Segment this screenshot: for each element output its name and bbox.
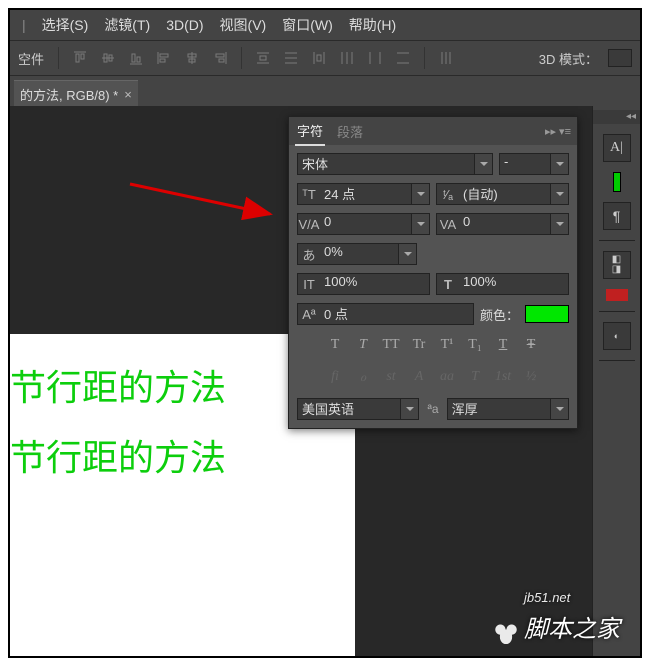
workspace: 节行距的方法 节行距的方法 字符 段落 ▸▸ ▾≡ 宋体 - ᵀT24 点 — [10, 106, 640, 656]
3d-mode-label: 3D 模式： — [539, 49, 598, 68]
align-top-icon[interactable] — [69, 47, 91, 69]
va2-icon: VA — [437, 217, 459, 232]
swatch-red-icon[interactable] — [606, 289, 628, 301]
menu-help[interactable]: 帮助(H) — [345, 13, 400, 37]
dock-separator — [599, 240, 635, 241]
paragraph-panel-icon[interactable]: ¶ — [603, 202, 631, 230]
panel-tabs: 字符 段落 ▸▸ ▾≡ — [289, 117, 577, 145]
color-label: 颜色： — [480, 305, 519, 324]
toolbar-label: 空件 — [18, 49, 44, 68]
swash-button[interactable]: ℴ — [352, 369, 374, 386]
smallcaps-button[interactable]: Tr — [408, 337, 430, 353]
close-icon[interactable]: × — [124, 87, 132, 102]
aa-label: ªa — [427, 402, 438, 416]
align-right-icon[interactable] — [209, 47, 231, 69]
font-size-field[interactable]: ᵀT24 点 — [297, 183, 430, 205]
dock-separator — [599, 360, 635, 361]
color-swatch[interactable] — [525, 305, 569, 323]
tab-character[interactable]: 字符 — [295, 117, 325, 146]
panel-menu-icon[interactable]: ▸▸ ▾≡ — [545, 125, 571, 138]
baseline-field[interactable]: Aª0 点 — [297, 303, 474, 325]
opentype-buttons: fi ℴ st A aa T 1st ½ — [297, 365, 569, 390]
menu-window[interactable]: 窗口(W) — [278, 13, 337, 37]
font-family-select[interactable]: 宋体 — [297, 153, 493, 175]
antialias-select[interactable]: 浑厚 — [447, 398, 569, 420]
distribute-bottom-icon[interactable] — [308, 47, 330, 69]
distribute-right-icon[interactable] — [392, 47, 414, 69]
glyphs-panel-icon[interactable]: ◧◨ — [603, 251, 631, 279]
superscript-button[interactable]: T¹ — [436, 337, 458, 353]
menu-filter[interactable]: 滤镜(T) — [100, 13, 154, 37]
3d-mode-dropdown[interactable] — [608, 49, 632, 67]
menu-view[interactable]: 视图(V) — [216, 13, 271, 37]
separator — [58, 47, 59, 69]
right-dock: ◂◂ A| ¶ ◧◨ ◐ — [592, 106, 640, 656]
distribute-top-icon[interactable] — [252, 47, 274, 69]
stylistic-button[interactable]: st — [380, 369, 402, 386]
contextual-button[interactable]: aa — [436, 369, 458, 386]
ligature-button[interactable]: fi — [324, 369, 346, 386]
panel-icon[interactable]: ◐ — [603, 322, 631, 350]
separator — [424, 47, 425, 69]
color-strip-icon[interactable] — [613, 172, 621, 192]
separator — [241, 47, 242, 69]
menu-3d[interactable]: 3D(D) — [162, 15, 207, 35]
arrow-annotation — [120, 176, 280, 226]
character-panel: 字符 段落 ▸▸ ▾≡ 宋体 - ᵀT24 点 ᵗ⁄ₐ(自动) V/A0 — [288, 116, 578, 429]
titling-button[interactable]: A — [408, 369, 430, 386]
type-size-icon: ᵀT — [298, 187, 320, 202]
menu-select[interactable]: 选择(S) — [38, 13, 93, 37]
baseline-icon: Aª — [298, 307, 320, 322]
vscale-icon: IT — [298, 277, 320, 292]
allcaps-button[interactable]: TT — [380, 337, 402, 353]
tsume-field[interactable]: あ0% — [297, 243, 417, 265]
character-panel-icon[interactable]: A| — [603, 134, 631, 162]
ordinals-button[interactable]: T — [464, 369, 486, 386]
dock-separator — [599, 311, 635, 312]
footprint-icon — [492, 620, 520, 644]
options-bar: 空件 3D 模式： — [10, 40, 640, 76]
distribute-left-icon[interactable] — [336, 47, 358, 69]
distribute-vcenter-icon[interactable] — [280, 47, 302, 69]
va-icon: V/A — [298, 217, 320, 232]
tracking-field[interactable]: V/A0 — [297, 213, 430, 235]
hscale-icon: T — [437, 277, 459, 292]
divider-icon: | — [18, 15, 30, 35]
italic-button[interactable]: T — [352, 337, 374, 353]
document-tab[interactable]: 的方法, RGB/8) * × — [14, 80, 138, 106]
text-line-2: 节行距的方法 — [10, 440, 355, 476]
strike-button[interactable]: Ŧ — [520, 337, 542, 353]
canvas-area: 节行距的方法 节行距的方法 字符 段落 ▸▸ ▾≡ 宋体 - ᵀT24 点 — [10, 106, 592, 656]
watermark-name: 脚本之家 — [524, 616, 620, 643]
align-left-icon[interactable] — [153, 47, 175, 69]
subscript-button[interactable]: T₁ — [464, 337, 486, 353]
align-hcenter-icon[interactable] — [181, 47, 203, 69]
type-style-buttons: T T TT Tr T¹ T₁ T Ŧ — [297, 333, 569, 357]
align-vcenter-icon[interactable] — [97, 47, 119, 69]
document-tabs: 的方法, RGB/8) * × — [10, 76, 640, 106]
align-bottom-icon[interactable] — [125, 47, 147, 69]
watermark: jb51.net 脚本之家 — [492, 581, 620, 644]
watermark-site: jb51.net — [524, 590, 570, 605]
leading-icon: ᵗ⁄ₐ — [437, 187, 459, 202]
app-frame: | 选择(S) 滤镜(T) 3D(D) 视图(V) 窗口(W) 帮助(H) 空件… — [8, 8, 642, 658]
font-style-select[interactable]: - — [499, 153, 569, 175]
language-select[interactable]: 美国英语 — [297, 398, 419, 420]
leading-field[interactable]: ᵗ⁄ₐ(自动) — [436, 183, 569, 205]
pct-icon: あ — [298, 245, 320, 264]
ordinal2-button[interactable]: 1st — [492, 369, 514, 386]
hscale-field[interactable]: T100% — [436, 273, 569, 295]
vscale-field[interactable]: IT100% — [297, 273, 430, 295]
fractions-button[interactable]: ½ — [520, 369, 542, 386]
distribute-hcenter-icon[interactable] — [364, 47, 386, 69]
kerning-field[interactable]: VA0 — [436, 213, 569, 235]
underline-button[interactable]: T — [492, 337, 514, 353]
tab-paragraph[interactable]: 段落 — [335, 118, 365, 145]
tab-title: 的方法, RGB/8) * — [20, 85, 118, 104]
collapse-icon[interactable]: ◂◂ — [593, 110, 640, 124]
menu-bar: | 选择(S) 滤镜(T) 3D(D) 视图(V) 窗口(W) 帮助(H) — [10, 10, 640, 40]
space-icon[interactable] — [435, 47, 457, 69]
bold-button[interactable]: T — [324, 337, 346, 353]
